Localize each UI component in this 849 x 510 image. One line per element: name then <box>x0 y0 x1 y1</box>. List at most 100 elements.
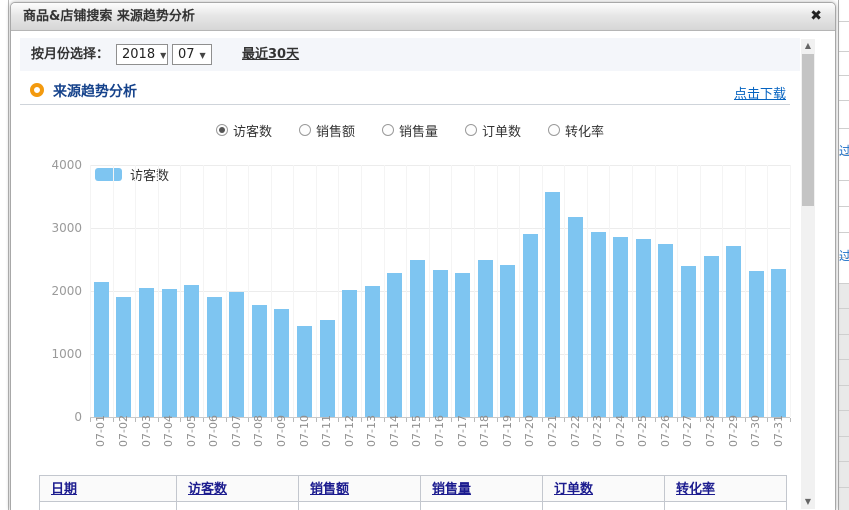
x-axis-tick <box>293 418 294 422</box>
radio-icon[interactable] <box>382 124 394 136</box>
gridline <box>90 165 790 166</box>
column-header-4[interactable]: 订单数 <box>542 475 664 502</box>
scrollbar-thumb[interactable] <box>802 54 814 206</box>
x-axis-tick <box>497 418 498 422</box>
bar-07-03[interactable] <box>139 288 154 417</box>
gridline <box>677 165 678 417</box>
x-axis-tick <box>406 418 407 422</box>
x-axis-label: 07-07 <box>231 415 243 459</box>
bar-07-27[interactable] <box>681 266 696 417</box>
radio-icon[interactable] <box>299 124 311 136</box>
scrollbar-up-icon[interactable]: ▲ <box>801 39 815 53</box>
background-table-strip: 过过 <box>838 0 849 510</box>
bar-07-15[interactable] <box>410 260 425 417</box>
bar-07-22[interactable] <box>568 217 583 417</box>
column-header-3[interactable]: 销售量 <box>420 475 542 502</box>
background-grid-line <box>839 51 849 52</box>
bar-07-09[interactable] <box>274 309 289 417</box>
x-axis-tick <box>113 418 114 422</box>
bar-07-20[interactable] <box>523 234 538 417</box>
bar-07-08[interactable] <box>252 305 267 417</box>
metric-radio-3[interactable]: 订单数 <box>465 121 521 140</box>
bar-07-18[interactable] <box>478 260 493 418</box>
x-axis-tick <box>429 418 430 422</box>
bar-07-28[interactable] <box>704 256 719 417</box>
gridline <box>316 165 317 417</box>
gridline <box>655 165 656 417</box>
gridline <box>542 165 543 417</box>
column-header-0[interactable]: 日期 <box>39 475 176 502</box>
gridline <box>790 165 791 417</box>
bar-07-07[interactable] <box>229 292 244 417</box>
x-axis-tick <box>226 418 227 422</box>
x-axis-tick <box>361 418 362 422</box>
x-axis-label: 07-08 <box>253 415 265 459</box>
bar-07-24[interactable] <box>613 237 628 417</box>
bar-07-21[interactable] <box>545 192 560 417</box>
bar-07-06[interactable] <box>207 297 222 417</box>
gridline <box>406 165 407 417</box>
legend-swatch-icon <box>95 168 122 181</box>
bar-07-11[interactable] <box>320 320 335 417</box>
gridline <box>90 228 790 229</box>
column-header-2[interactable]: 销售额 <box>298 475 420 502</box>
bar-07-16[interactable] <box>433 270 448 417</box>
x-axis-tick <box>338 418 339 422</box>
scrollbar-down-icon[interactable]: ▼ <box>801 495 815 509</box>
x-axis-label: 07-11 <box>321 415 333 459</box>
bar-07-05[interactable] <box>184 285 199 417</box>
gridline <box>519 165 520 417</box>
x-axis-label: 07-29 <box>728 415 740 459</box>
table-cell <box>542 502 664 510</box>
x-axis-tick <box>90 418 91 422</box>
metric-radio-0[interactable]: 访客数 <box>216 121 272 140</box>
metric-radio-2[interactable]: 销售量 <box>382 121 438 140</box>
metric-radio-4[interactable]: 转化率 <box>548 121 604 140</box>
dialog-scrollbar[interactable]: ▲ ▼ <box>801 39 815 509</box>
dialog-title: 商品&店铺搜索 来源趋势分析 <box>23 3 195 31</box>
background-grid-line <box>839 283 849 284</box>
x-axis-label: 07-03 <box>141 415 153 459</box>
year-select[interactable]: 2018▼ <box>116 44 168 65</box>
radio-selected-icon[interactable] <box>216 124 228 136</box>
radio-icon[interactable] <box>465 124 477 136</box>
bar-07-10[interactable] <box>297 326 312 417</box>
bar-07-31[interactable] <box>771 269 786 417</box>
background-grid-line <box>839 334 849 335</box>
column-header-5[interactable]: 转化率 <box>664 475 787 502</box>
x-axis-tick <box>632 418 633 422</box>
recent-30-days-link[interactable]: 最近30天 <box>242 38 299 71</box>
background-grid-line <box>839 385 849 386</box>
column-header-1[interactable]: 访客数 <box>176 475 298 502</box>
bar-07-12[interactable] <box>342 290 357 417</box>
x-axis-label: 07-19 <box>502 415 514 459</box>
bar-07-19[interactable] <box>500 265 515 417</box>
bar-07-25[interactable] <box>636 239 651 417</box>
bar-07-02[interactable] <box>116 297 131 417</box>
x-axis-tick <box>722 418 723 422</box>
metric-radio-1[interactable]: 销售额 <box>299 121 355 140</box>
download-link[interactable]: 点击下载 <box>734 83 786 102</box>
month-select-value: 07 <box>178 47 195 62</box>
background-divider-line <box>8 0 9 510</box>
bar-07-30[interactable] <box>749 271 764 417</box>
bar-07-04[interactable] <box>162 289 177 417</box>
month-select[interactable]: 07▼ <box>172 44 212 65</box>
bar-07-23[interactable] <box>591 232 606 417</box>
x-axis-tick <box>316 418 317 422</box>
bar-07-01[interactable] <box>94 282 109 417</box>
bar-07-29[interactable] <box>726 246 741 417</box>
x-axis-tick <box>745 418 746 422</box>
bar-07-13[interactable] <box>365 286 380 417</box>
x-axis-label: 07-18 <box>479 415 491 459</box>
x-axis-tick <box>519 418 520 422</box>
close-icon[interactable]: ✖ <box>810 8 822 24</box>
background-grid-line <box>839 308 849 309</box>
bar-07-17[interactable] <box>455 273 470 417</box>
bar-07-14[interactable] <box>387 273 402 417</box>
gridline <box>722 165 723 417</box>
bar-07-26[interactable] <box>658 244 673 417</box>
x-axis-label: 07-17 <box>457 415 469 459</box>
radio-icon[interactable] <box>548 124 560 136</box>
month-select-label: 按月份选择： <box>31 38 109 71</box>
